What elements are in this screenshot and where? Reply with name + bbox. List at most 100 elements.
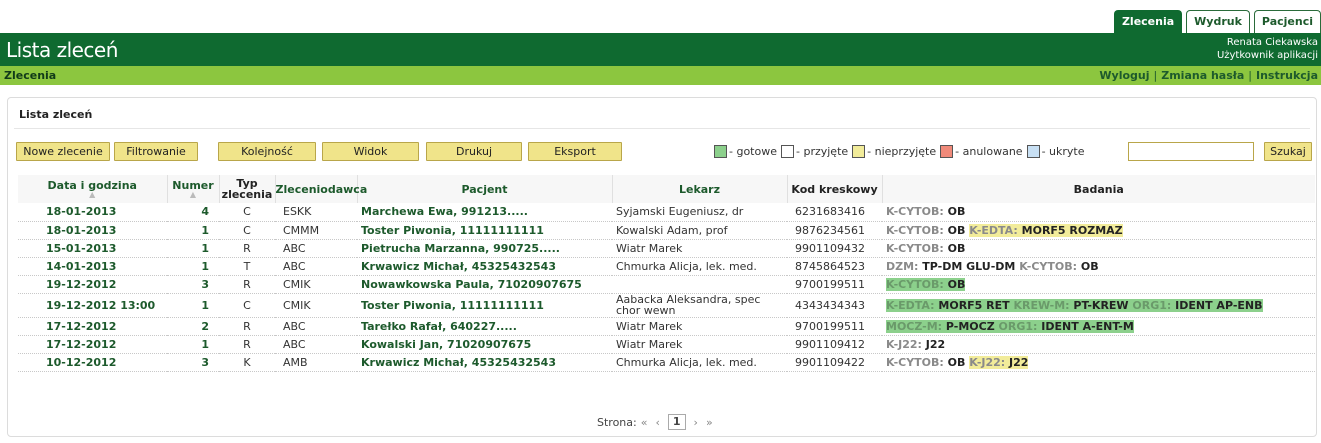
export-button[interactable]: Eksport bbox=[528, 142, 622, 161]
row-date: 18-01-2013 bbox=[18, 203, 167, 222]
test-names: TP-DM GLU-DM bbox=[922, 259, 1016, 273]
test-material: K-CYTOB: bbox=[1019, 259, 1078, 273]
logout-link[interactable]: Wyloguj bbox=[1099, 69, 1149, 82]
next-page-button[interactable]: › bbox=[694, 416, 698, 429]
row-type: C bbox=[219, 221, 275, 240]
table-header-row: Data i godzina ▲ Numer ▲ Typ zlecenia Zlec… bbox=[18, 175, 1315, 203]
change-password-link[interactable]: Zmiana hasła bbox=[1161, 69, 1244, 82]
table-row[interactable]: 17-12-2012 2 R ABC Tarełko Rafał, 640227....… bbox=[18, 317, 1315, 336]
row-tests: K-CYTOB: OB bbox=[882, 275, 1315, 294]
test-material: K-CYTOB: bbox=[886, 223, 944, 237]
row-patient: Toster Piwonia, 11111111111 bbox=[357, 293, 612, 318]
row-patient: Nowawkowska Paula, 71020907675 bbox=[357, 275, 612, 294]
tab-wydruk[interactable]: Wydruk bbox=[1186, 10, 1250, 33]
row-barcode: 9700199511 bbox=[787, 317, 882, 336]
row-tests: MOCZ-M: P-MOCZ ORG1: IDENT A-ENT-M bbox=[882, 317, 1315, 336]
row-date: 18-01-2013 bbox=[18, 221, 167, 240]
current-page[interactable]: 1 bbox=[667, 414, 686, 430]
table-row[interactable]: 18-01-2013 1 C CMMM Toster Piwonia, 11111111… bbox=[18, 221, 1315, 240]
search-input[interactable] bbox=[1128, 142, 1254, 161]
prev-page-button[interactable]: ‹ bbox=[655, 416, 659, 429]
test-names: J22 bbox=[925, 337, 946, 351]
column-header-barcode[interactable]: Kod kreskowy bbox=[786, 175, 882, 203]
table-row[interactable]: 15-01-2013 1 R ABC Pietrucha Marzanna, 99072… bbox=[18, 239, 1315, 258]
view-button[interactable]: Widok bbox=[322, 142, 419, 161]
test-names: IDENT AP-ENB bbox=[1175, 298, 1263, 312]
column-header-type[interactable]: Typ zlecenia bbox=[218, 175, 275, 203]
top-tabs: Zlecenia Wydruk Pacjenci bbox=[1113, 10, 1321, 33]
row-tests: DZM: TP-DM GLU-DM K-CYTOB: OB bbox=[882, 257, 1315, 276]
row-doctor: Chmurka Alicja, lek. med. bbox=[612, 257, 787, 276]
legend-swatch bbox=[781, 145, 794, 158]
test-material: KREW-M: bbox=[1013, 298, 1070, 312]
separator: | bbox=[1248, 69, 1252, 82]
test-material: K-CYTOB: bbox=[886, 205, 944, 219]
column-header-date[interactable]: Data i godzina ▲ bbox=[18, 175, 167, 203]
row-barcode: 9901109422 bbox=[787, 353, 882, 372]
row-barcode: 6231683416 bbox=[787, 203, 882, 222]
test-names: OB bbox=[947, 277, 966, 291]
order-button[interactable]: Kolejność bbox=[218, 142, 316, 161]
legend-item: - anulowane bbox=[940, 145, 1023, 158]
search-button[interactable]: Szukaj bbox=[1264, 142, 1312, 161]
last-page-button[interactable]: » bbox=[706, 416, 713, 429]
test-group: K-J22: J22 bbox=[886, 338, 945, 351]
test-material: K-EDTA: bbox=[886, 298, 935, 312]
row-type: R bbox=[219, 317, 275, 336]
row-doctor: Syjamski Eugeniusz, dr bbox=[612, 203, 787, 222]
test-names: MORF5 RET bbox=[938, 298, 1010, 312]
column-header-number[interactable]: Numer ▲ bbox=[166, 175, 219, 203]
pager-label: Strona: bbox=[597, 415, 637, 429]
row-doctor: Wiatr Marek bbox=[612, 335, 787, 354]
user-role: Użytkownik aplikacji bbox=[1216, 50, 1318, 61]
column-header-tests[interactable]: Badania bbox=[881, 175, 1315, 203]
test-names: PT-KREW bbox=[1073, 298, 1129, 312]
page-title: Lista zleceń bbox=[6, 38, 118, 62]
new-order-button[interactable]: Nowe zlecenie bbox=[16, 142, 110, 161]
column-header-patient[interactable]: Pacjent bbox=[356, 175, 612, 203]
filter-button[interactable]: Filtrowanie bbox=[114, 142, 198, 161]
instructions-link[interactable]: Instrukcja bbox=[1256, 69, 1318, 82]
tab-pacjenci[interactable]: Pacjenci bbox=[1253, 10, 1321, 33]
row-patient: Marchewa Ewa, 991213..... bbox=[357, 203, 612, 222]
row-doctor: Chmurka Alicja, lek. med. bbox=[612, 353, 787, 372]
test-group: DZM: TP-DM GLU-DM K-CYTOB: OB bbox=[886, 260, 1099, 273]
legend-label: - gotowe bbox=[729, 145, 777, 158]
test-material: K-CYTOB: bbox=[886, 277, 944, 291]
print-button[interactable]: Drukuj bbox=[426, 142, 522, 161]
legend-label: - ukryte bbox=[1041, 145, 1085, 158]
legend-item: - gotowe bbox=[714, 145, 777, 158]
first-page-button[interactable]: « bbox=[641, 416, 648, 429]
sort-arrow-icon: ▲ bbox=[89, 189, 96, 199]
breadcrumb: Zlecenia bbox=[4, 69, 57, 82]
row-barcode: 9700199511 bbox=[787, 275, 882, 294]
table-row[interactable]: 19-12-2012 13:00 1 C CMIK Toster Piwonia, 11… bbox=[18, 293, 1315, 318]
test-material: DZM: bbox=[886, 259, 919, 273]
row-ordering: ABC bbox=[275, 335, 357, 354]
legend-label: - przyjęte bbox=[796, 145, 849, 158]
legend-swatch bbox=[1026, 145, 1040, 158]
test-group: K-EDTA: MORF5 RET KREW-M: PT-KREW ORG1: … bbox=[886, 298, 1263, 312]
row-barcode: 9901109432 bbox=[787, 239, 882, 258]
column-header-doctor[interactable]: Lekarz bbox=[611, 175, 787, 203]
table-row[interactable]: 18-01-2013 4 C ESKK Marchewa Ewa, 991213....… bbox=[18, 203, 1315, 222]
row-ordering: CMMM bbox=[275, 221, 357, 240]
table-row[interactable]: 10-12-2012 3 K AMB Krwawicz Michał, 45325432… bbox=[18, 353, 1315, 372]
row-date: 15-01-2013 bbox=[18, 239, 167, 258]
row-ordering: ABC bbox=[275, 257, 357, 276]
sort-arrow-icon: ▲ bbox=[189, 189, 197, 199]
test-group: K-CYTOB: OB bbox=[886, 277, 966, 291]
tab-zlecenia[interactable]: Zlecenia bbox=[1113, 10, 1183, 33]
row-type: R bbox=[219, 239, 275, 258]
table-row[interactable]: 14-01-2013 1 T ABC Krwawicz Michał, 45325432… bbox=[18, 257, 1315, 276]
row-patient: Tarełko Rafał, 640227..... bbox=[357, 317, 612, 336]
row-number: 1 bbox=[167, 293, 219, 318]
row-date: 10-12-2012 bbox=[18, 353, 167, 372]
test-names: MORF5 ROZMAZ bbox=[1021, 223, 1123, 237]
table-row[interactable]: 17-12-2012 1 R ABC Kowalski Jan, 71020907675… bbox=[18, 335, 1315, 354]
row-patient: Kowalski Jan, 71020907675 bbox=[357, 335, 612, 354]
column-header-ordering[interactable]: Zleceniodawca bbox=[274, 175, 367, 203]
test-group: K-CYTOB: OB bbox=[886, 356, 965, 369]
row-doctor bbox=[612, 275, 787, 294]
table-row[interactable]: 19-12-2012 3 R CMIK Nowawkowska Paula, 71020… bbox=[18, 275, 1315, 294]
